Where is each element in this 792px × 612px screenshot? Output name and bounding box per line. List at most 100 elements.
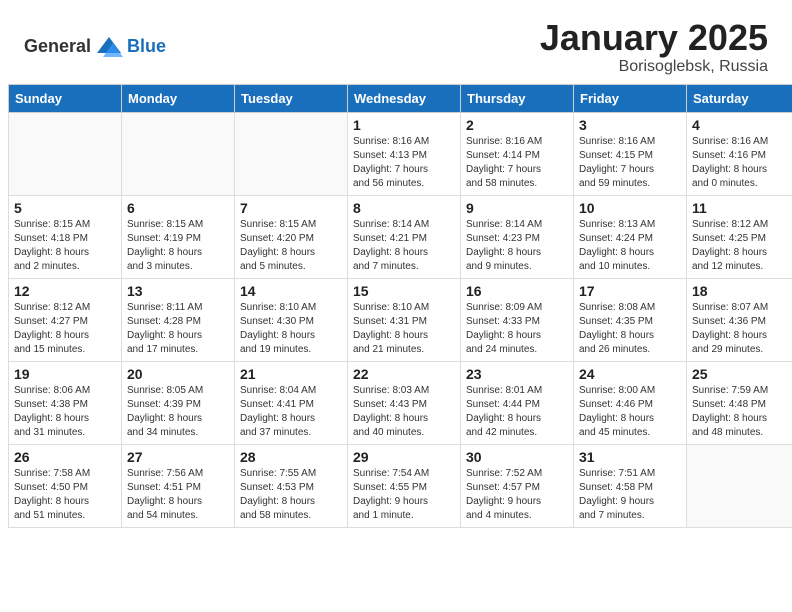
day-info: Sunrise: 7:55 AM Sunset: 4:53 PM Dayligh… [240, 467, 342, 523]
day-number: 7 [240, 200, 342, 216]
day-info: Sunrise: 8:16 AM Sunset: 4:15 PM Dayligh… [579, 135, 681, 191]
day-number: 16 [466, 283, 568, 299]
day-number: 9 [466, 200, 568, 216]
day-number: 3 [579, 117, 681, 133]
day-number: 11 [692, 200, 792, 216]
day-info: Sunrise: 7:59 AM Sunset: 4:48 PM Dayligh… [692, 384, 792, 440]
day-number: 29 [353, 449, 455, 465]
day-number: 15 [353, 283, 455, 299]
calendar-cell: 22 Sunrise: 8:03 AM Sunset: 4:43 PM Dayli… [348, 361, 461, 444]
day-number: 17 [579, 283, 681, 299]
calendar-table: SundayMondayTuesdayWednesdayThursdayFrid… [8, 84, 792, 528]
day-info: Sunrise: 8:07 AM Sunset: 4:36 PM Dayligh… [692, 301, 792, 357]
day-info: Sunrise: 8:16 AM Sunset: 4:16 PM Dayligh… [692, 135, 792, 191]
calendar-cell: 31 Sunrise: 7:51 AM Sunset: 4:58 PM Dayli… [574, 444, 687, 527]
logo: General Blue [24, 33, 166, 61]
calendar-cell: 14Sunrise: 8:10 AM Sunset: 4:30 PM Dayli… [235, 278, 348, 361]
calendar-week-1: 1 Sunrise: 8:16 AM Sunset: 4:13 PM Daylig… [9, 112, 792, 195]
logo-icon [95, 33, 123, 61]
day-number: 30 [466, 449, 568, 465]
calendar-header-thursday: Thursday [461, 84, 574, 112]
day-info: Sunrise: 8:08 AM Sunset: 4:35 PM Dayligh… [579, 301, 681, 357]
logo-general-text: General [24, 36, 91, 57]
calendar-cell [122, 112, 235, 195]
day-info: Sunrise: 8:15 AM Sunset: 4:18 PM Dayligh… [14, 218, 116, 274]
calendar-cell: 29 Sunrise: 7:54 AM Sunset: 4:55 PM Dayli… [348, 444, 461, 527]
calendar-cell: 18 Sunrise: 8:07 AM Sunset: 4:36 PM Dayli… [687, 278, 792, 361]
day-info: Sunrise: 8:04 AM Sunset: 4:41 PM Dayligh… [240, 384, 342, 440]
month-title: January 2025 [540, 18, 768, 58]
day-number: 27 [127, 449, 229, 465]
day-number: 25 [692, 366, 792, 382]
day-info: Sunrise: 8:10 AM Sunset: 4:31 PM Dayligh… [353, 301, 455, 357]
calendar-wrapper: SundayMondayTuesdayWednesdayThursdayFrid… [0, 84, 792, 536]
calendar-cell: 7 Sunrise: 8:15 AM Sunset: 4:20 PM Daylig… [235, 195, 348, 278]
calendar-cell: 6Sunrise: 8:15 AM Sunset: 4:19 PM Daylig… [122, 195, 235, 278]
day-info: Sunrise: 7:51 AM Sunset: 4:58 PM Dayligh… [579, 467, 681, 523]
day-number: 13 [127, 283, 229, 299]
day-number: 18 [692, 283, 792, 299]
calendar-cell [235, 112, 348, 195]
day-info: Sunrise: 7:58 AM Sunset: 4:50 PM Dayligh… [14, 467, 116, 523]
calendar-header-tuesday: Tuesday [235, 84, 348, 112]
day-info: Sunrise: 8:01 AM Sunset: 4:44 PM Dayligh… [466, 384, 568, 440]
day-number: 26 [14, 449, 116, 465]
day-info: Sunrise: 8:00 AM Sunset: 4:46 PM Dayligh… [579, 384, 681, 440]
day-number: 8 [353, 200, 455, 216]
calendar-header-monday: Monday [122, 84, 235, 112]
day-info: Sunrise: 8:12 AM Sunset: 4:27 PM Dayligh… [14, 301, 116, 357]
day-info: Sunrise: 8:09 AM Sunset: 4:33 PM Dayligh… [466, 301, 568, 357]
day-number: 19 [14, 366, 116, 382]
calendar-cell: 11Sunrise: 8:12 AM Sunset: 4:25 PM Dayli… [687, 195, 792, 278]
calendar-cell: 5 Sunrise: 8:15 AM Sunset: 4:18 PM Daylig… [9, 195, 122, 278]
header: General Blue January 2025 Borisoglebsk, … [0, 0, 792, 84]
calendar-cell: 25 Sunrise: 7:59 AM Sunset: 4:48 PM Dayli… [687, 361, 792, 444]
calendar-week-2: 5 Sunrise: 8:15 AM Sunset: 4:18 PM Daylig… [9, 195, 792, 278]
day-number: 5 [14, 200, 116, 216]
calendar-cell: 20Sunrise: 8:05 AM Sunset: 4:39 PM Dayli… [122, 361, 235, 444]
calendar-cell: 19 Sunrise: 8:06 AM Sunset: 4:38 PM Dayli… [9, 361, 122, 444]
day-info: Sunrise: 7:56 AM Sunset: 4:51 PM Dayligh… [127, 467, 229, 523]
day-info: Sunrise: 8:06 AM Sunset: 4:38 PM Dayligh… [14, 384, 116, 440]
day-number: 28 [240, 449, 342, 465]
day-number: 22 [353, 366, 455, 382]
calendar-cell [687, 444, 792, 527]
calendar-cell: 1 Sunrise: 8:16 AM Sunset: 4:13 PM Daylig… [348, 112, 461, 195]
calendar-header-saturday: Saturday [687, 84, 792, 112]
day-number: 23 [466, 366, 568, 382]
calendar-week-4: 19 Sunrise: 8:06 AM Sunset: 4:38 PM Dayli… [9, 361, 792, 444]
calendar-cell: 2 Sunrise: 8:16 AM Sunset: 4:14 PM Daylig… [461, 112, 574, 195]
day-number: 10 [579, 200, 681, 216]
day-info: Sunrise: 7:52 AM Sunset: 4:57 PM Dayligh… [466, 467, 568, 523]
calendar-cell: 16 Sunrise: 8:09 AM Sunset: 4:33 PM Dayli… [461, 278, 574, 361]
day-number: 1 [353, 117, 455, 133]
day-number: 21 [240, 366, 342, 382]
day-info: Sunrise: 8:13 AM Sunset: 4:24 PM Dayligh… [579, 218, 681, 274]
day-info: Sunrise: 8:15 AM Sunset: 4:20 PM Dayligh… [240, 218, 342, 274]
day-number: 12 [14, 283, 116, 299]
day-number: 2 [466, 117, 568, 133]
day-info: Sunrise: 8:14 AM Sunset: 4:23 PM Dayligh… [466, 218, 568, 274]
day-info: Sunrise: 8:03 AM Sunset: 4:43 PM Dayligh… [353, 384, 455, 440]
calendar-week-5: 26 Sunrise: 7:58 AM Sunset: 4:50 PM Dayli… [9, 444, 792, 527]
calendar-cell: 10 Sunrise: 8:13 AM Sunset: 4:24 PM Dayli… [574, 195, 687, 278]
calendar-cell: 12 Sunrise: 8:12 AM Sunset: 4:27 PM Dayli… [9, 278, 122, 361]
calendar-cell: 30 Sunrise: 7:52 AM Sunset: 4:57 PM Dayli… [461, 444, 574, 527]
calendar-cell [9, 112, 122, 195]
day-number: 6 [127, 200, 229, 216]
calendar-cell: 27 Sunrise: 7:56 AM Sunset: 4:51 PM Dayli… [122, 444, 235, 527]
calendar-cell: 26 Sunrise: 7:58 AM Sunset: 4:50 PM Dayli… [9, 444, 122, 527]
day-info: Sunrise: 8:16 AM Sunset: 4:14 PM Dayligh… [466, 135, 568, 191]
calendar-cell: 3 Sunrise: 8:16 AM Sunset: 4:15 PM Daylig… [574, 112, 687, 195]
calendar-cell: 13Sunrise: 8:11 AM Sunset: 4:28 PM Dayli… [122, 278, 235, 361]
day-info: Sunrise: 8:16 AM Sunset: 4:13 PM Dayligh… [353, 135, 455, 191]
day-number: 14 [240, 283, 342, 299]
day-number: 20 [127, 366, 229, 382]
day-info: Sunrise: 7:54 AM Sunset: 4:55 PM Dayligh… [353, 467, 455, 523]
logo-blue-text: Blue [127, 36, 166, 57]
day-number: 24 [579, 366, 681, 382]
calendar-cell: 24 Sunrise: 8:00 AM Sunset: 4:46 PM Dayli… [574, 361, 687, 444]
calendar-header-friday: Friday [574, 84, 687, 112]
calendar-week-3: 12 Sunrise: 8:12 AM Sunset: 4:27 PM Dayli… [9, 278, 792, 361]
day-number: 31 [579, 449, 681, 465]
